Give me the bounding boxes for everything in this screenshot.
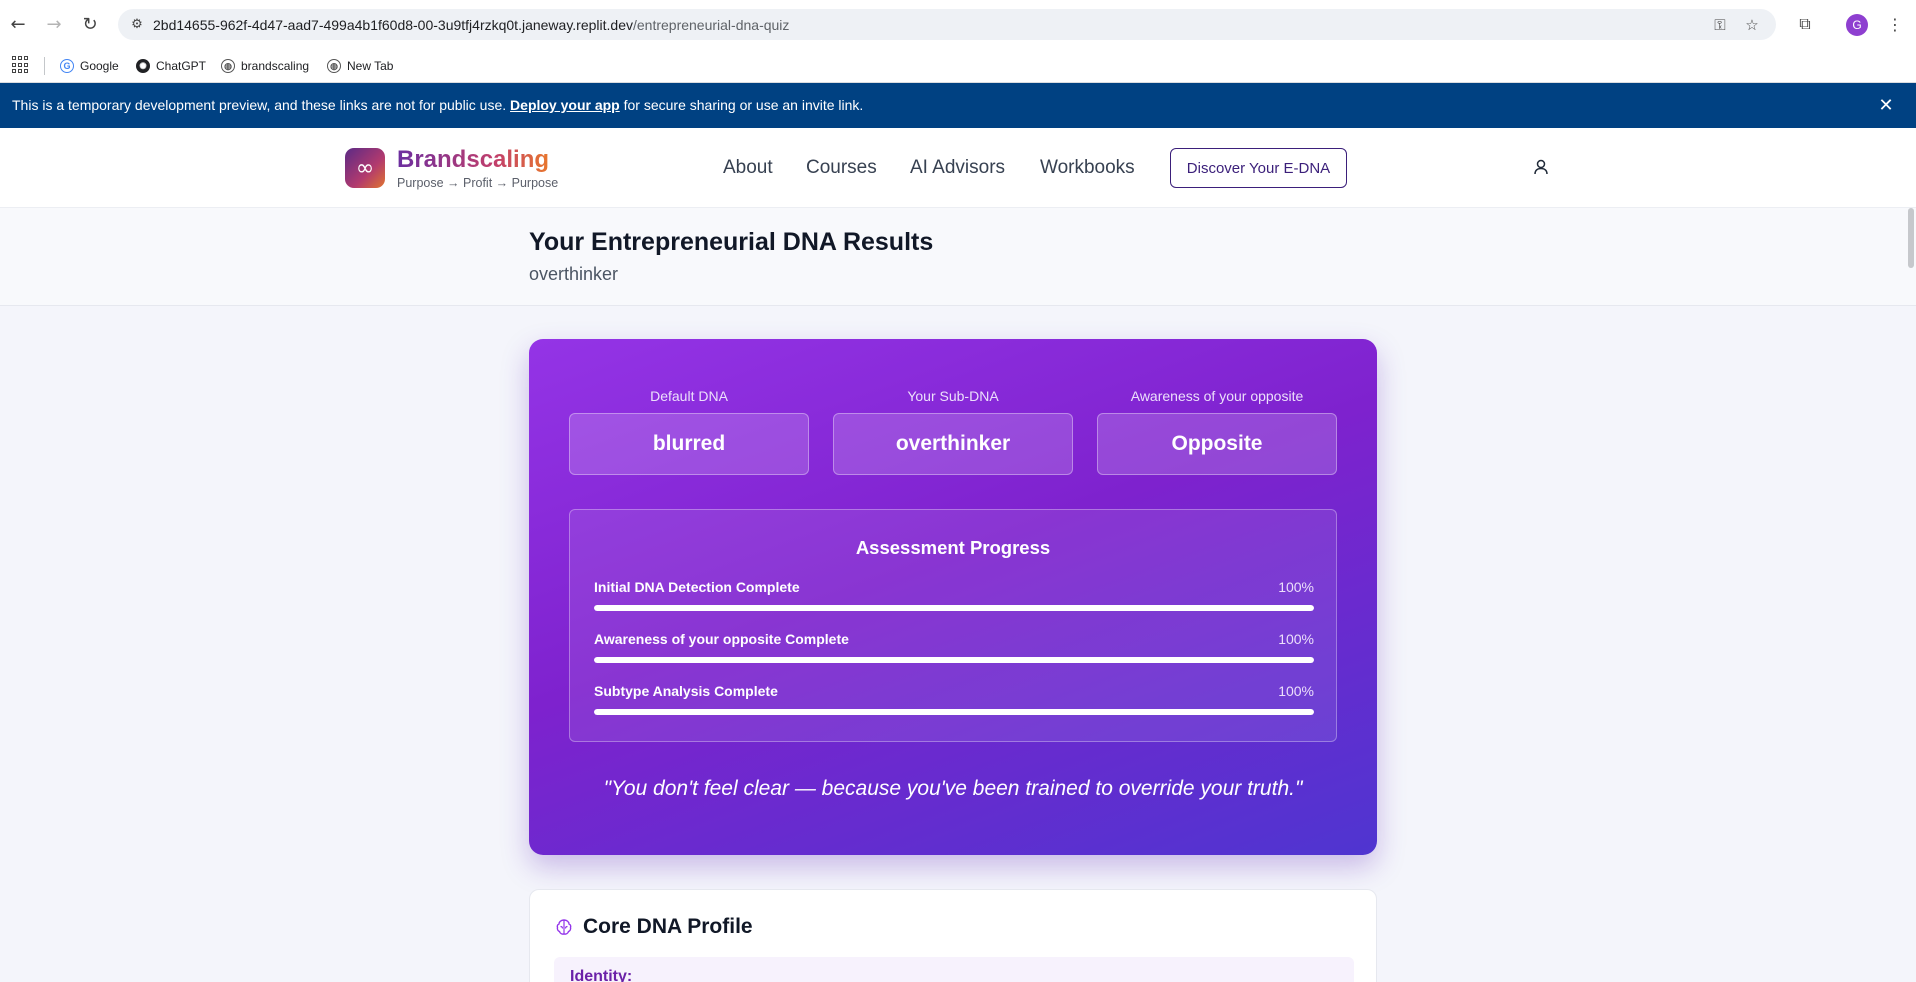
progress-track [594,605,1314,611]
password-key-icon[interactable]: ⚿ [1710,15,1730,35]
default-dna-label: Default DNA [650,388,728,404]
assessment-progress-panel: Assessment Progress Initial DNA Detectio… [569,509,1337,742]
progress-row: Awareness of your opposite Complete 100% [594,631,1314,663]
default-dna-value: blurred [569,413,809,475]
core-dna-profile-card: Core DNA Profile Identity: [529,889,1377,982]
browser-toolbar: ← → ↻ ⚙ 2bd14655-962f-4d47-aad7-499a4b1f… [0,0,1916,48]
bookmark-chatgpt[interactable]: ✺ ChatGPT [136,56,206,76]
sub-dna-column: Your Sub-DNA overthinker [833,388,1073,475]
default-dna-column: Default DNA blurred [569,388,809,475]
progress-percent: 100% [1278,579,1314,595]
url-host: 2bd14655-962f-4d47-aad7-499a4b1f60d8-00-… [153,17,633,33]
page-title: Your Entrepreneurial DNA Results [529,228,934,256]
bookmark-brandscaling[interactable]: ◍ brandscaling [221,56,309,76]
bookmark-star-icon[interactable]: ☆ [1742,15,1762,35]
browser-menu-icon[interactable]: ⋮ [1884,13,1906,35]
identity-section: Identity: [554,957,1354,982]
site-header: ∞ Brandscaling Purpose → Profit → Purpos… [0,128,1916,208]
progress-percent: 100% [1278,631,1314,647]
page-subtitle: overthinker [529,264,619,284]
progress-row: Subtype Analysis Complete 100% [594,683,1314,715]
dna-results-card: Default DNA blurred Your Sub-DNA overthi… [529,339,1377,855]
opposite-awareness-value: Opposite [1097,413,1337,475]
brain-icon [556,919,572,935]
dev-banner-text: This is a temporary development preview,… [12,97,863,113]
progress-track [594,657,1314,663]
progress-fill [594,605,1314,611]
progress-track [594,709,1314,715]
progress-title: Assessment Progress [855,537,1051,558]
bookmark-google[interactable]: G Google [60,56,119,76]
opposite-awareness-label: Awareness of your opposite [1130,388,1304,404]
bookmark-label: brandscaling [241,59,310,73]
globe-icon: ◍ [221,59,235,73]
bookmarks-bar: G Google ✺ ChatGPT ◍ brandscaling ◍ New … [0,48,1916,83]
bookmark-label: Google [80,59,119,73]
extensions-puzzle-icon[interactable]: ⧉ [1794,13,1816,35]
discover-edna-button[interactable]: Discover Your E-DNA [1170,148,1347,188]
user-account-icon[interactable] [1531,157,1551,177]
infinity-logo-icon[interactable]: ∞ [345,148,385,188]
nav-ai-advisors[interactable]: AI Advisors [910,157,1005,179]
site-info-icon[interactable]: ⚙ [128,15,146,33]
address-bar[interactable]: ⚙ 2bd14655-962f-4d47-aad7-499a4b1f60d8-0… [118,9,1776,40]
results-heading-section: Your Entrepreneurial DNA Results overthi… [0,208,1916,306]
brand-tagline: Purpose → Profit → Purpose [397,176,559,190]
forward-arrow-icon[interactable]: → [42,12,66,36]
banner-text-after: for secure sharing or use an invite link… [623,97,864,113]
sub-dna-value: overthinker [833,413,1073,475]
bookmarks-divider [44,57,45,75]
profile-avatar[interactable]: G [1846,14,1868,36]
profile-title: Core DNA Profile [583,915,753,938]
progress-fill [594,657,1314,663]
nav-workbooks[interactable]: Workbooks [1040,157,1135,179]
deploy-app-link[interactable]: Deploy your app [510,97,620,113]
progress-row: Initial DNA Detection Complete 100% [594,579,1314,611]
close-icon[interactable]: ✕ [1876,95,1896,116]
apps-grid-icon[interactable] [12,56,30,74]
chatgpt-icon: ✺ [136,59,150,73]
address-url[interactable]: 2bd14655-962f-4d47-aad7-499a4b1f60d8-00-… [153,17,789,33]
banner-text-before: This is a temporary development preview,… [12,97,507,113]
identity-label: Identity: [570,968,633,982]
google-icon: G [60,59,74,73]
nav-courses[interactable]: Courses [806,157,877,179]
brand-name[interactable]: Brandscaling [397,146,549,174]
dna-quote: "You don't feel clear — because you've b… [603,777,1303,800]
sub-dna-label: Your Sub-DNA [907,388,999,404]
nav-about[interactable]: About [723,157,773,179]
progress-label: Initial DNA Detection Complete [594,579,800,595]
reload-icon[interactable]: ↻ [78,12,102,36]
progress-percent: 100% [1278,683,1314,699]
opposite-awareness-column: Awareness of your opposite Opposite [1097,388,1337,475]
bookmark-label: ChatGPT [156,59,207,73]
progress-label: Awareness of your opposite Complete [594,631,849,647]
globe-icon: ◍ [327,59,341,73]
url-path: /entrepreneurial-dna-quiz [632,17,790,33]
bookmark-label: New Tab [347,59,394,73]
progress-fill [594,709,1314,715]
page-scrollbar[interactable] [1908,208,1914,268]
bookmark-new-tab[interactable]: ◍ New Tab [327,56,393,76]
progress-label: Subtype Analysis Complete [594,683,778,699]
dev-preview-banner: This is a temporary development preview,… [0,83,1916,128]
back-arrow-icon[interactable]: ← [6,12,30,36]
